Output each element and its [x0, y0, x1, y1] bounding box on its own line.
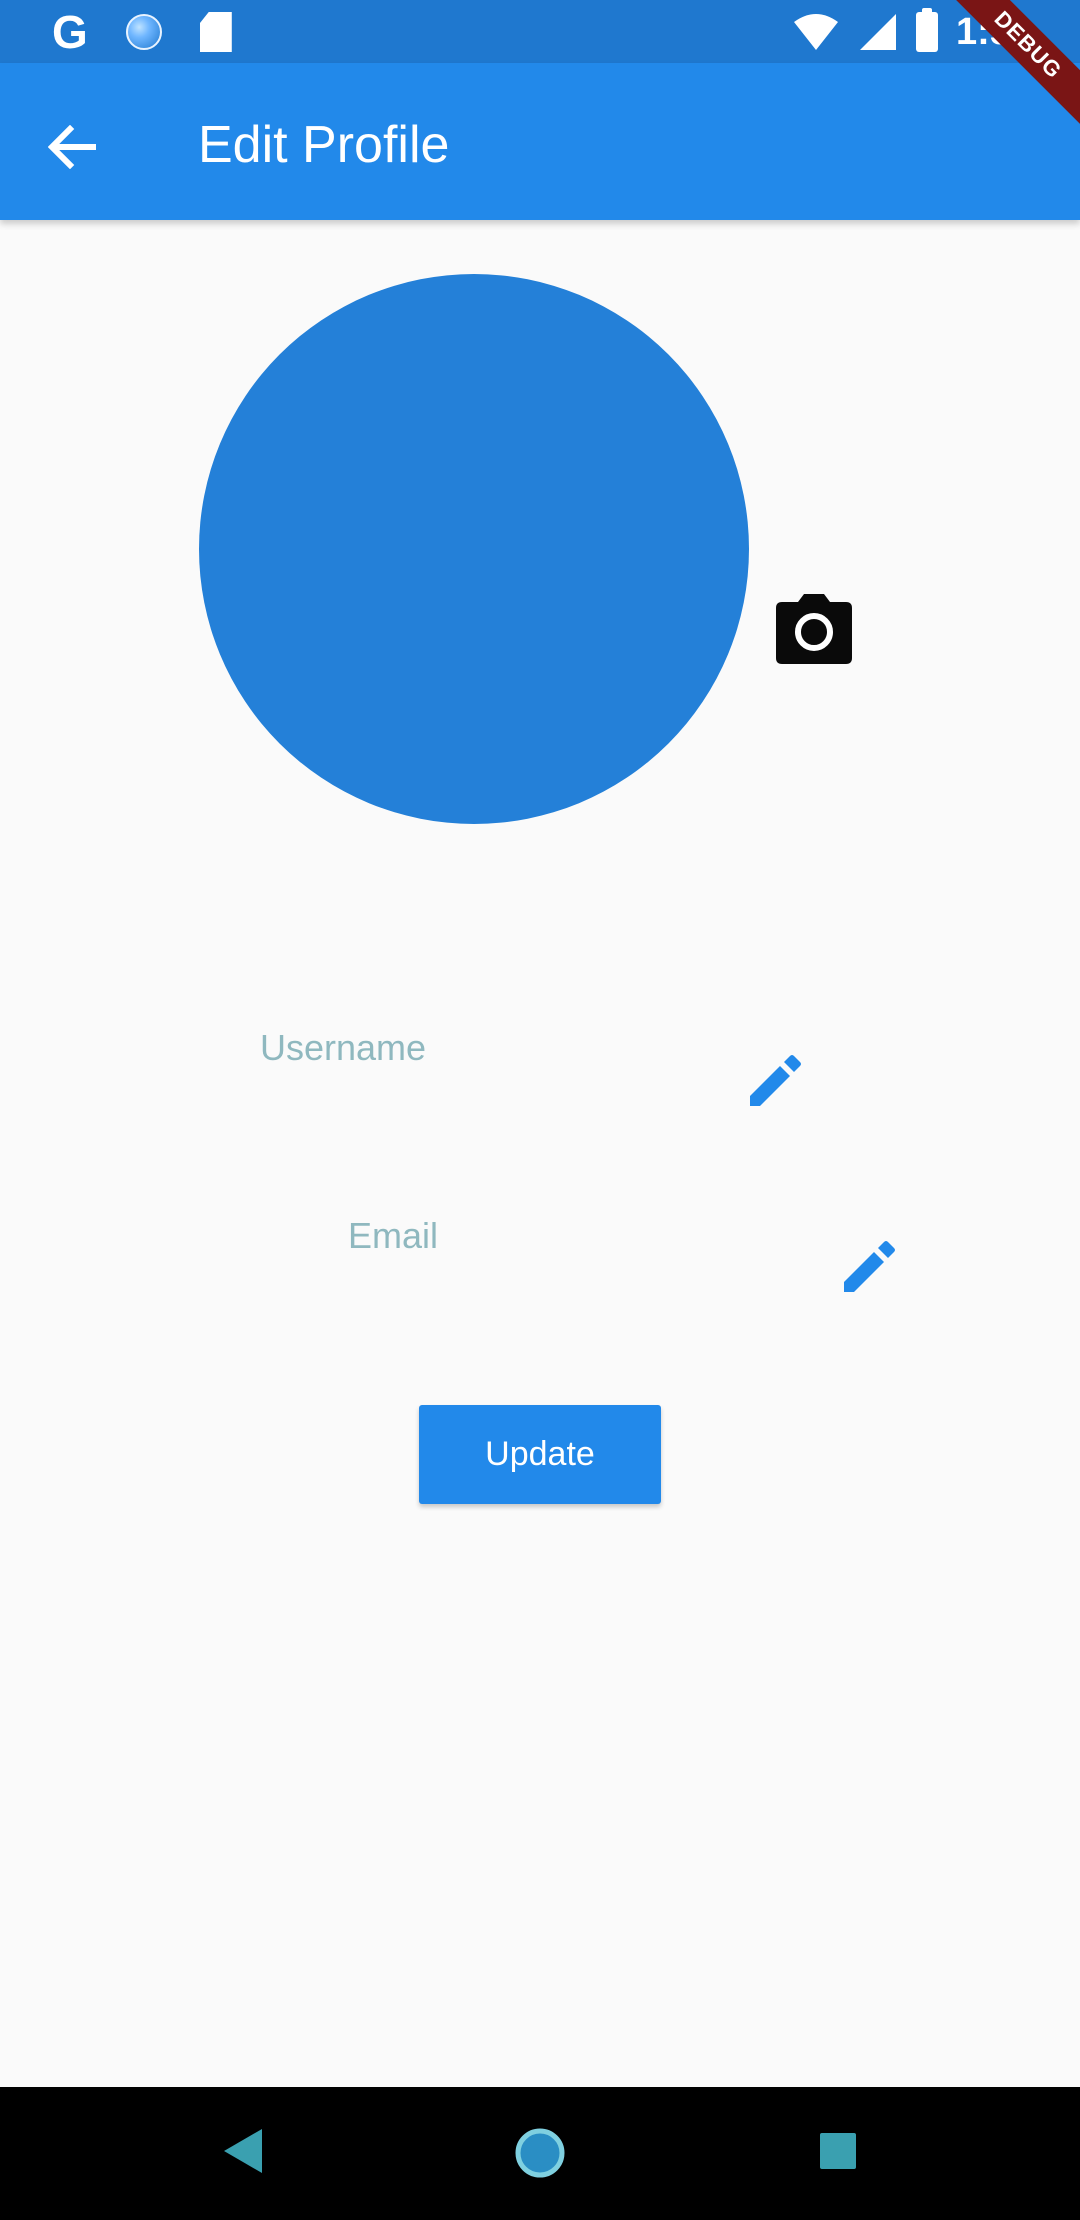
back-button[interactable]	[42, 117, 102, 177]
assistant-dot-icon	[125, 14, 162, 50]
status-bar: G 1:50	[0, 0, 1080, 63]
change-photo-button[interactable]	[776, 594, 852, 664]
profile-avatar[interactable]	[199, 274, 749, 824]
nav-recents-icon[interactable]	[820, 2133, 856, 2169]
pencil-icon	[750, 1055, 801, 1106]
edit-profile-screen: G 1:50 DEBUG Edit Profile	[0, 0, 1080, 2220]
username-field[interactable]: Username	[260, 1026, 426, 1070]
system-nav-bar	[0, 2087, 1080, 2220]
edit-username-button[interactable]	[746, 1054, 802, 1110]
update-button[interactable]: Update	[419, 1405, 661, 1504]
page-title: Edit Profile	[198, 116, 450, 174]
nav-home-icon[interactable]	[514, 2127, 566, 2179]
signal-icon	[859, 14, 896, 50]
arrow-back-icon	[48, 125, 96, 169]
wifi-icon	[793, 14, 838, 50]
edit-email-button[interactable]	[840, 1240, 896, 1296]
app-bar: Edit Profile	[0, 63, 1080, 220]
nav-back-icon[interactable]	[222, 2127, 264, 2175]
sd-card-icon	[199, 12, 232, 52]
pencil-icon	[844, 1241, 895, 1292]
battery-icon	[915, 8, 938, 52]
email-field[interactable]: Email	[348, 1214, 438, 1258]
status-left-icons: G	[52, 6, 232, 58]
google-g-icon: G	[52, 6, 88, 58]
camera-icon	[776, 594, 852, 664]
